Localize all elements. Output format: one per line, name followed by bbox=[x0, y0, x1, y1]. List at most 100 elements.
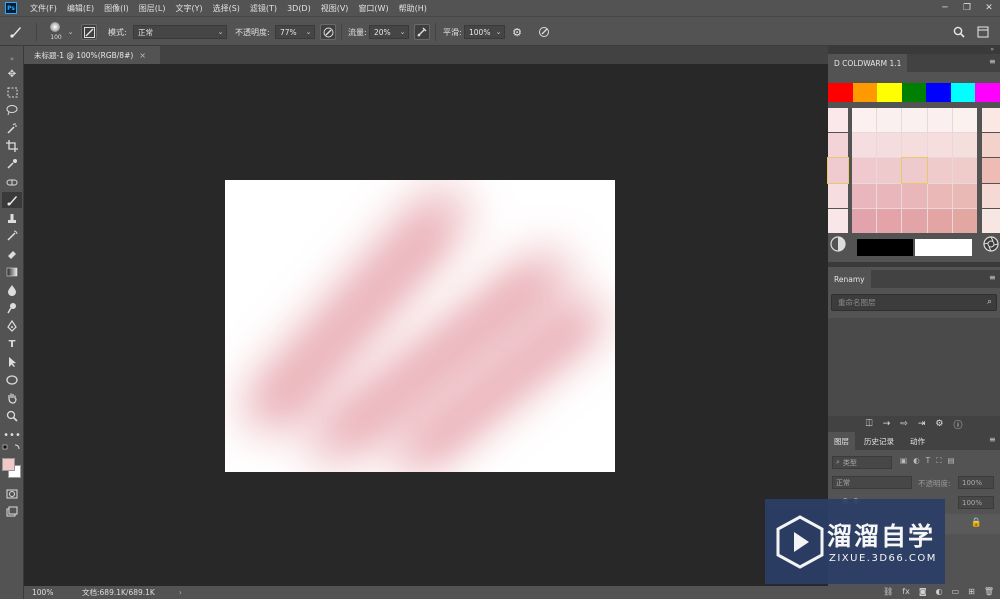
layer-filter-icons[interactable]: ▣◐T⛶▤ bbox=[900, 456, 961, 466]
color-cell[interactable] bbox=[877, 108, 902, 133]
foreground-color-swatch[interactable] bbox=[2, 458, 15, 471]
mode-select[interactable]: 正常 bbox=[133, 25, 227, 39]
color-cell[interactable] bbox=[927, 133, 952, 158]
hue-swatch[interactable] bbox=[901, 83, 927, 102]
color-cell[interactable] bbox=[982, 133, 1000, 158]
color-cell[interactable] bbox=[877, 208, 902, 233]
tab-renamy[interactable]: Renamy bbox=[828, 270, 871, 288]
background-preview[interactable] bbox=[915, 239, 972, 256]
color-cell[interactable] bbox=[952, 183, 977, 208]
gear-icon[interactable]: ⚙ bbox=[935, 419, 943, 429]
restore-button[interactable]: ❐ bbox=[956, 0, 978, 16]
color-cell[interactable] bbox=[902, 108, 927, 133]
menu-view[interactable]: 视图(V) bbox=[316, 3, 354, 14]
folder-icon[interactable]: ▭ bbox=[952, 587, 960, 596]
color-cell[interactable] bbox=[902, 183, 927, 208]
chevron-down-icon[interactable]: ⌄ bbox=[493, 25, 504, 39]
color-cell[interactable] bbox=[982, 183, 1000, 208]
layer-opacity-input[interactable]: 100% bbox=[958, 476, 994, 489]
panel-menu-icon[interactable]: ≡ bbox=[989, 436, 997, 444]
color-cell[interactable] bbox=[852, 183, 877, 208]
search-icon[interactable]: ⌕ bbox=[987, 297, 992, 307]
new-layer-icon[interactable]: ⊞ bbox=[968, 587, 975, 596]
trash-icon[interactable]: 🗑 bbox=[984, 587, 994, 596]
split-icon[interactable]: ⎅ bbox=[866, 419, 873, 429]
quick-mask-icon[interactable] bbox=[2, 486, 22, 502]
swap-colors-icon[interactable] bbox=[2, 444, 22, 452]
magic-wand-tool-icon[interactable] bbox=[2, 120, 22, 136]
color-cell[interactable] bbox=[902, 133, 927, 158]
airbrush-icon[interactable] bbox=[414, 24, 430, 40]
menu-image[interactable]: 图像(I) bbox=[99, 3, 134, 14]
hue-swatch[interactable] bbox=[975, 83, 1000, 102]
color-cell[interactable] bbox=[877, 158, 902, 183]
tab-coldwarm[interactable]: D COLDWARM 1.1 bbox=[828, 54, 908, 72]
color-cell[interactable] bbox=[852, 158, 877, 183]
mask-icon[interactable]: ◙ bbox=[919, 587, 927, 596]
blur-tool-icon[interactable] bbox=[2, 282, 22, 298]
layer-kind-filter[interactable]: ⌕ 类型 bbox=[832, 456, 892, 469]
menu-type[interactable]: 文字(Y) bbox=[170, 3, 207, 14]
color-cell[interactable] bbox=[852, 133, 877, 158]
healing-brush-tool-icon[interactable] bbox=[2, 174, 22, 190]
rename-layer-search-input[interactable]: 重命名图层 ⌕ bbox=[831, 294, 997, 311]
color-cell[interactable] bbox=[927, 158, 952, 183]
menu-select[interactable]: 选择(S) bbox=[208, 3, 245, 14]
gear-icon[interactable]: ⚙ bbox=[509, 24, 525, 40]
eraser-tool-icon[interactable] bbox=[2, 246, 22, 262]
history-brush-tool-icon[interactable] bbox=[2, 228, 22, 244]
menu-file[interactable]: 文件(F) bbox=[25, 3, 62, 14]
forward-icon[interactable]: ⇨ bbox=[900, 419, 908, 429]
menu-edit[interactable]: 编辑(E) bbox=[62, 3, 99, 14]
document-tab[interactable]: 未标题-1 @ 100%(RGB/8#) × bbox=[24, 46, 160, 64]
tab-history[interactable]: 历史记录 bbox=[858, 432, 900, 450]
hue-swatch[interactable] bbox=[926, 83, 951, 102]
adjustment-icon[interactable]: ◐ bbox=[936, 587, 943, 596]
color-cell[interactable] bbox=[852, 108, 877, 133]
eyedropper-tool-icon[interactable] bbox=[2, 156, 22, 172]
color-cell[interactable] bbox=[902, 208, 927, 233]
link-icon[interactable]: ⛓ bbox=[883, 587, 893, 596]
menu-layer[interactable]: 图层(L) bbox=[134, 3, 171, 14]
color-cell[interactable] bbox=[877, 183, 902, 208]
close-icon[interactable]: × bbox=[139, 51, 146, 60]
color-cell[interactable] bbox=[877, 133, 902, 158]
fx-icon[interactable]: fx bbox=[902, 587, 910, 596]
chevron-down-icon[interactable]: ⌄ bbox=[397, 25, 408, 39]
pressure-size-icon[interactable] bbox=[536, 24, 552, 40]
marquee-tool-icon[interactable] bbox=[2, 84, 22, 100]
color-cell[interactable] bbox=[982, 108, 1000, 133]
document-canvas[interactable] bbox=[225, 180, 615, 472]
close-button[interactable]: ✕ bbox=[978, 0, 1000, 16]
gradient-tool-icon[interactable] bbox=[2, 264, 22, 280]
hue-swatch[interactable] bbox=[877, 83, 902, 102]
contrast-icon[interactable] bbox=[830, 236, 846, 252]
chevron-down-icon[interactable]: ⌄ bbox=[303, 25, 314, 39]
panel-menu-icon[interactable]: ≡ bbox=[989, 58, 997, 66]
color-cell[interactable] bbox=[901, 157, 928, 184]
zoom-level[interactable]: 100% bbox=[32, 588, 72, 597]
pen-tool-icon[interactable] bbox=[2, 318, 22, 334]
tab-actions[interactable]: 动作 bbox=[904, 432, 931, 450]
chevron-down-icon[interactable]: ⌄ bbox=[65, 25, 76, 39]
stamp-tool-icon[interactable] bbox=[2, 210, 22, 226]
color-cell[interactable] bbox=[828, 133, 848, 158]
foreground-preview[interactable] bbox=[857, 239, 913, 256]
color-cell[interactable] bbox=[952, 108, 977, 133]
search-icon[interactable] bbox=[951, 24, 967, 40]
enter-icon[interactable]: ⇥ bbox=[918, 419, 926, 429]
color-cell[interactable] bbox=[827, 157, 849, 184]
hue-swatch[interactable] bbox=[950, 83, 976, 102]
hand-tool-icon[interactable] bbox=[2, 390, 22, 406]
color-cell[interactable] bbox=[982, 208, 1000, 233]
menu-filter[interactable]: 滤镜(T) bbox=[245, 3, 282, 14]
dock-collapse-strip[interactable]: » bbox=[828, 46, 1000, 54]
hue-swatch[interactable] bbox=[852, 83, 878, 102]
color-cell[interactable] bbox=[927, 183, 952, 208]
workspace-icon[interactable] bbox=[975, 24, 991, 40]
collapse-icon[interactable]: » bbox=[990, 46, 994, 53]
aperture-icon[interactable] bbox=[983, 236, 999, 252]
collapse-icon[interactable]: » bbox=[2, 51, 22, 67]
brush-tool-icon[interactable] bbox=[2, 192, 22, 208]
status-menu-arrow[interactable]: › bbox=[179, 588, 182, 597]
